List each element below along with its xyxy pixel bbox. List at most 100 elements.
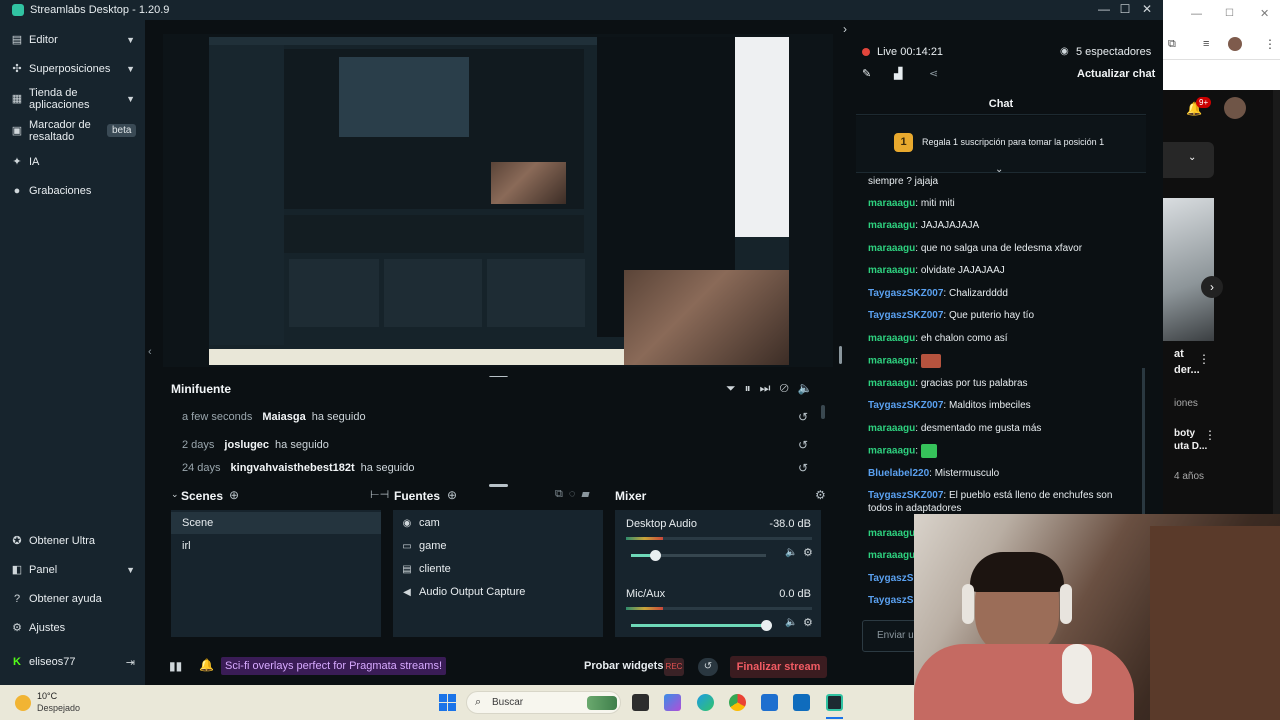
- outlook-icon[interactable]: [793, 694, 810, 711]
- logout-icon[interactable]: ⇥: [126, 656, 135, 669]
- replay-alert-icon[interactable]: ↺: [798, 438, 808, 452]
- emote-icon: [920, 354, 941, 368]
- video-title[interactable]: boty: [1174, 428, 1195, 439]
- add-source-icon[interactable]: ⊕: [447, 488, 457, 502]
- performance-icon[interactable]: ▮▮: [169, 659, 182, 673]
- stream-preview[interactable]: [209, 37, 789, 365]
- test-widgets-button[interactable]: Probar widgets: [584, 660, 663, 672]
- source-item[interactable]: ▤ cliente: [393, 558, 603, 580]
- slider-knob[interactable]: [761, 620, 772, 631]
- edit-stream-icon[interactable]: ✎: [862, 67, 871, 80]
- preview-resize-handle[interactable]: [839, 346, 842, 364]
- gear-icon[interactable]: ⚙: [803, 546, 813, 559]
- sidebar-item-recordings[interactable]: ● Grabaciones: [0, 183, 145, 199]
- scene-item[interactable]: Scene: [171, 512, 381, 534]
- chat-message: maraaagu: olvidate JAJAJAAJ: [868, 265, 1005, 276]
- volume-slider[interactable]: [631, 550, 766, 561]
- sidebar-item-ultra[interactable]: ✪ Obtener Ultra: [0, 533, 145, 549]
- promo-banner[interactable]: Sci-fi overlays perfect for Pragmata str…: [221, 657, 447, 675]
- source-item[interactable]: ◉ cam: [393, 512, 603, 534]
- avatar[interactable]: [1224, 97, 1246, 119]
- share-icon[interactable]: ⋖: [929, 67, 938, 80]
- sidebar-item-label: Editor: [29, 34, 58, 46]
- list-item: 2 days joslugec ha seguido ↺: [182, 438, 808, 452]
- visibility-icon[interactable]: ◌: [569, 488, 582, 500]
- extensions-icon[interactable]: ⧉: [1168, 38, 1176, 51]
- notification-icon[interactable]: 🔔: [199, 658, 214, 672]
- scene-item[interactable]: irl: [171, 535, 381, 557]
- sidebar-item-settings[interactable]: ⚙ Ajustes: [0, 620, 145, 636]
- record-button[interactable]: REC: [664, 658, 684, 676]
- store-icon[interactable]: [761, 694, 778, 711]
- media-control-icon[interactable]: ≡: [1203, 38, 1209, 50]
- mixer-settings-icon[interactable]: ⚙: [815, 488, 826, 502]
- volume-slider[interactable]: [631, 620, 772, 631]
- replay-alert-icon[interactable]: ↺: [798, 461, 808, 475]
- source-item[interactable]: ▭ game: [393, 535, 603, 557]
- task-view-icon[interactable]: [632, 694, 649, 711]
- taskbar-search[interactable]: ⌕ Buscar: [466, 691, 621, 714]
- user-account[interactable]: K eliseos77 ⇥: [0, 654, 145, 670]
- dropdown-button[interactable]: ⌄: [1163, 142, 1214, 178]
- chevron-down-icon[interactable]: ⌄: [171, 489, 179, 500]
- source-item[interactable]: ◀ Audio Output Capture: [393, 581, 603, 603]
- browser-menu-icon[interactable]: ⋮: [1264, 37, 1276, 51]
- close-icon[interactable]: ✕: [1260, 7, 1269, 20]
- add-scene-icon[interactable]: ⊕: [229, 488, 239, 502]
- replay-alert-icon[interactable]: ↺: [798, 410, 808, 424]
- mute-icon[interactable]: 🔈: [785, 617, 797, 628]
- weather-icon[interactable]: [15, 695, 31, 711]
- app-store-icon: ▦: [11, 93, 23, 105]
- collapse-sidebar-icon[interactable]: ‹: [148, 346, 152, 358]
- windows-start-icon[interactable]: [439, 694, 456, 711]
- pause-icon[interactable]: ⏸: [745, 381, 760, 395]
- eye-icon: ◉: [1060, 46, 1069, 57]
- replay-buffer-button[interactable]: ↺: [698, 658, 718, 676]
- maximize-icon[interactable]: ☐: [1225, 8, 1234, 19]
- streamlabs-taskbar-icon[interactable]: [826, 694, 843, 711]
- minimize-icon[interactable]: —: [1094, 2, 1114, 16]
- copilot-icon[interactable]: [664, 694, 681, 711]
- scrollbar[interactable]: [821, 405, 825, 419]
- video-title[interactable]: uta D...: [1174, 441, 1207, 452]
- mute-notifications-icon[interactable]: ⊘: [779, 381, 797, 395]
- more-options-icon[interactable]: ⋮: [1198, 352, 1210, 366]
- webcam-hair: [970, 552, 1064, 592]
- dashboard-icon[interactable]: ▟: [894, 67, 902, 80]
- minimize-icon[interactable]: —: [1191, 8, 1202, 20]
- video-thumbnail[interactable]: [1163, 198, 1214, 341]
- close-icon[interactable]: ✕: [1137, 2, 1157, 16]
- scene-transition-icon[interactable]: ⊢⊣: [370, 488, 389, 501]
- slider-knob[interactable]: [650, 550, 662, 561]
- collapse-pinned-icon[interactable]: ⌄: [995, 164, 1003, 175]
- sidebar-item-help[interactable]: ? Obtener ayuda: [0, 591, 145, 607]
- sidebar-item-highlighter[interactable]: ▣ Marcador de resaltado beta: [0, 118, 145, 144]
- mute-icon[interactable]: 🔈: [785, 547, 797, 558]
- maximize-icon[interactable]: ☐: [1115, 2, 1135, 16]
- sidebar-item-app-store[interactable]: ▦ Tienda de aplicaciones ▼: [0, 86, 145, 112]
- video-title[interactable]: at: [1174, 348, 1184, 360]
- folder-icon[interactable]: ▰: [581, 488, 595, 500]
- chat-scrollbar[interactable]: [1142, 368, 1145, 518]
- sidebar-item-panel[interactable]: ◧ Panel ▼: [0, 562, 145, 578]
- gear-icon[interactable]: ⚙: [803, 616, 813, 629]
- volume-icon[interactable]: 🔈: [798, 381, 822, 395]
- chrome-icon[interactable]: [729, 694, 746, 711]
- sidebar-item-ai[interactable]: ✦ IA: [0, 154, 145, 170]
- sidebar-item-overlays[interactable]: ✣ Superposiciones ▼: [0, 61, 145, 77]
- streamlabs-logo-icon: [12, 4, 24, 16]
- filter-icon[interactable]: ⏷: [726, 381, 745, 395]
- more-options-icon[interactable]: ⋮: [1204, 428, 1216, 442]
- end-stream-button[interactable]: Finalizar stream: [730, 656, 827, 678]
- sidebar-item-editor[interactable]: ▤ Editor ▼: [0, 32, 145, 48]
- avatar[interactable]: [1228, 37, 1242, 51]
- video-title[interactable]: der...: [1174, 364, 1200, 376]
- chevron-right-icon[interactable]: ›: [843, 22, 847, 36]
- chevron-right-icon[interactable]: ›: [1201, 276, 1223, 298]
- edge-icon[interactable]: [697, 694, 714, 711]
- scrollbar[interactable]: [1273, 90, 1280, 515]
- group-icon[interactable]: ⧉: [555, 488, 569, 500]
- chat-message: maraaagu: miti miti: [868, 198, 955, 209]
- skip-icon[interactable]: ⏭: [760, 381, 780, 395]
- refresh-chat-button[interactable]: Actualizar chat: [1077, 68, 1155, 80]
